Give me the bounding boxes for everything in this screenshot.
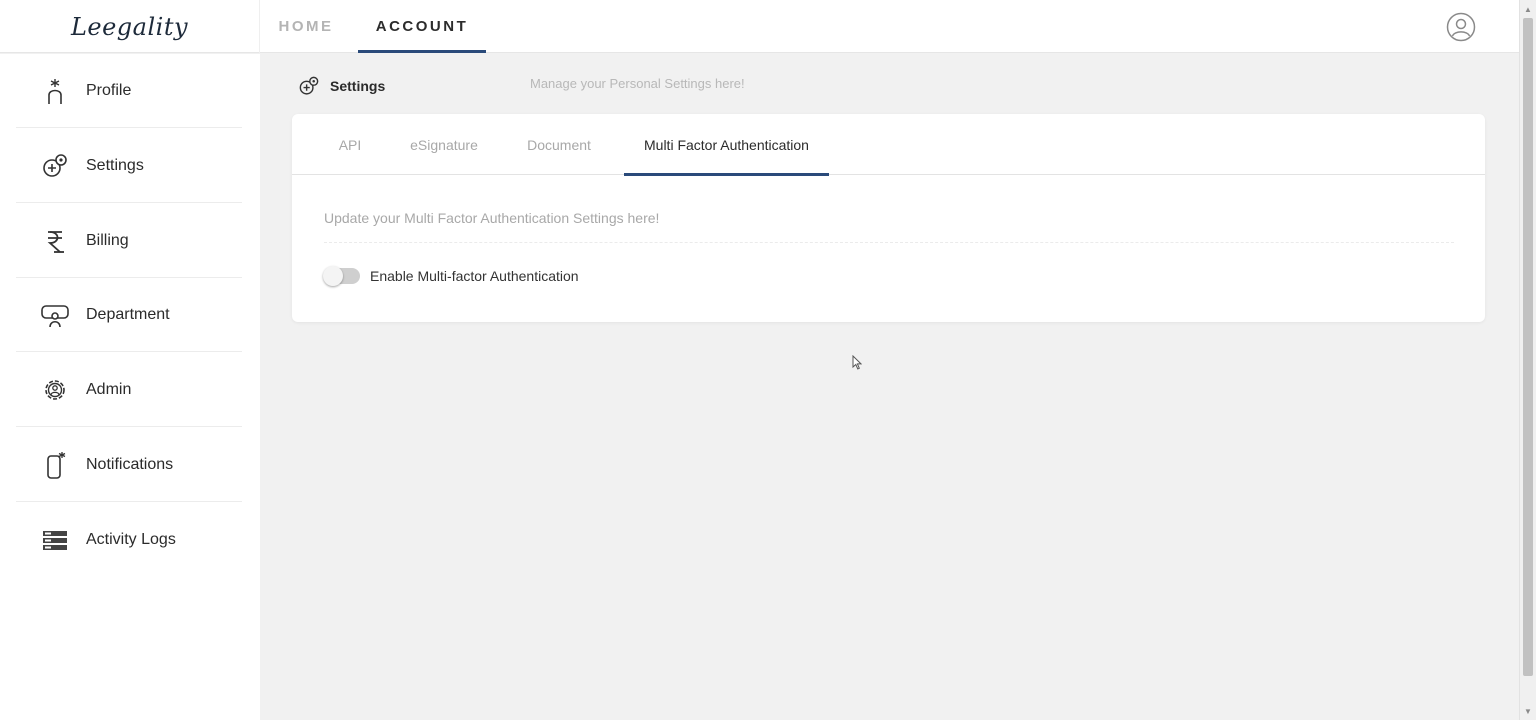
- section-subtitle: Manage your Personal Settings here!: [530, 76, 745, 91]
- notification-device-icon: [40, 450, 70, 480]
- sidebar-item-label: Billing: [86, 231, 129, 249]
- mfa-toggle-label[interactable]: Enable Multi-factor Authentication: [370, 268, 579, 284]
- tab-document[interactable]: Document: [516, 114, 602, 175]
- tab-esignature[interactable]: eSignature: [404, 114, 484, 175]
- app-window: Leegality HOME ACCOUNT Profile Settings …: [0, 0, 1536, 720]
- logo-text: Leegality: [70, 12, 189, 41]
- sidebar-item-profile[interactable]: Profile: [16, 54, 242, 128]
- sidebar-item-department[interactable]: Department: [16, 278, 242, 352]
- settings-tabs: API eSignature Document Multi Factor Aut…: [292, 114, 1485, 176]
- sidebar-item-notifications[interactable]: Notifications: [16, 428, 242, 502]
- top-bar: Leegality HOME ACCOUNT: [0, 0, 1519, 53]
- settings-card: API eSignature Document Multi Factor Aut…: [292, 114, 1485, 322]
- vertical-scrollbar[interactable]: ▲ ▼: [1519, 0, 1536, 720]
- sidebar-item-label: Settings: [86, 156, 144, 174]
- rupee-icon: [40, 226, 70, 256]
- brand-logo[interactable]: Leegality: [0, 0, 260, 53]
- settings-icon: [299, 76, 319, 95]
- sidebar-item-billing[interactable]: Billing: [16, 204, 242, 278]
- sidebar-item-label: Activity Logs: [86, 531, 176, 548]
- sidebar-item-label: Notifications: [86, 455, 174, 473]
- mfa-toggle-switch[interactable]: [323, 266, 360, 286]
- section-header: Settings: [298, 74, 385, 98]
- toggle-knob: [323, 266, 343, 286]
- sidebar-item-label: Department: [86, 305, 170, 323]
- main-content: Settings Manage your Personal Settings h…: [260, 54, 1519, 720]
- mouse-cursor-icon: [852, 355, 862, 370]
- settings-icon: [40, 151, 70, 181]
- sidebar-item-label: Admin: [86, 380, 132, 398]
- nav-tab-account[interactable]: ACCOUNT: [358, 0, 486, 53]
- tab-description: Update your Multi Factor Authentication …: [324, 210, 660, 226]
- section-title: Settings: [330, 78, 386, 94]
- sidebar-item-admin[interactable]: Admin: [16, 353, 242, 427]
- department-icon: [40, 300, 70, 330]
- scroll-thumb[interactable]: [1523, 18, 1533, 676]
- sidebar-item-label: Profile: [86, 81, 132, 99]
- divider: [324, 242, 1454, 243]
- scroll-up-arrow-icon[interactable]: ▲: [1523, 4, 1533, 14]
- user-avatar-icon[interactable]: [1446, 12, 1476, 42]
- tab-multi-factor-authentication[interactable]: Multi Factor Authentication: [624, 114, 829, 176]
- mfa-toggle-row: Enable Multi-factor Authentication: [323, 266, 579, 286]
- sidebar-item-activity-logs[interactable]: Activity Logs: [16, 503, 242, 577]
- profile-icon: [40, 76, 70, 106]
- nav-tab-home[interactable]: HOME: [262, 0, 350, 53]
- sidebar: Profile Settings Billing Department Admi…: [0, 54, 260, 720]
- activity-logs-icon: [40, 525, 70, 555]
- tab-api[interactable]: API: [328, 114, 372, 175]
- scroll-down-arrow-icon[interactable]: ▼: [1523, 706, 1533, 716]
- sidebar-item-settings[interactable]: Settings: [16, 129, 242, 203]
- admin-gear-icon: [40, 375, 70, 405]
